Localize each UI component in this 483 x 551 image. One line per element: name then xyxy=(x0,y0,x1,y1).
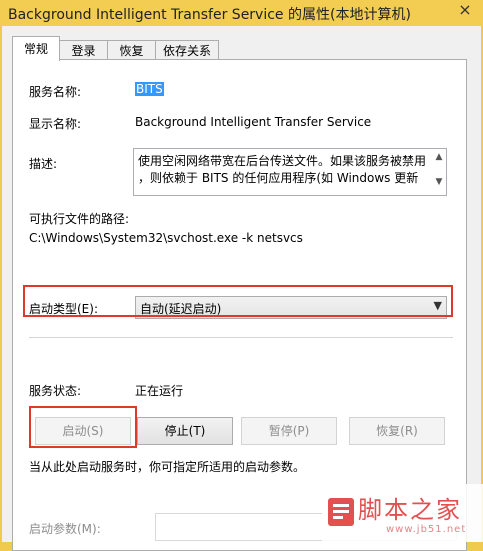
tab-dependencies[interactable]: 依存关系 xyxy=(155,40,219,61)
tab-logon[interactable]: 登录 xyxy=(59,40,108,61)
resume-button[interactable]: 恢复(R) xyxy=(349,417,445,445)
close-icon[interactable]: × xyxy=(453,0,477,20)
description-textbox[interactable]: 使用空闲网络带宽在后台传送文件。如果该服务被禁用 ，则依赖于 BITS 的任何应… xyxy=(133,148,447,196)
display-name-value[interactable]: Background Intelligent Transfer Service xyxy=(135,115,371,129)
service-name-label: 服务名称: xyxy=(29,85,82,99)
title-bar: Background Intelligent Transfer Service … xyxy=(0,0,483,26)
start-params-hint: 当从此处启动服务时，你可指定所适用的启动参数。 xyxy=(29,460,306,474)
watermark-text: 脚本之家 xyxy=(358,496,462,524)
description-label: 描述: xyxy=(29,157,58,171)
watermark: 脚本之家 www.jb51.net xyxy=(322,484,483,542)
start-params-label: 启动参数(M): xyxy=(29,522,101,536)
exe-path-label: 可执行文件的路径: xyxy=(29,212,130,226)
window-title: Background Intelligent Transfer Service … xyxy=(8,7,411,23)
logo-icon xyxy=(328,498,354,526)
highlight-startup-type xyxy=(23,285,453,317)
service-name-selected-text[interactable]: BITS xyxy=(135,82,164,96)
highlight-start-button xyxy=(29,406,137,448)
tab-general[interactable]: 常规 xyxy=(12,36,60,61)
service-name-value[interactable]: BITS xyxy=(135,82,164,96)
scroll-up-icon[interactable]: ▲ xyxy=(434,152,444,162)
description-line: 使用空闲网络带宽在后台传送文件。如果该服务被禁用 xyxy=(138,154,427,168)
watermark-url: www.jb51.net xyxy=(386,524,467,535)
pause-button[interactable]: 暂停(P) xyxy=(241,417,337,445)
separator xyxy=(29,337,453,338)
description-line: ，则依赖于 BITS 的任何应用程序(如 Windows 更新 xyxy=(138,171,419,185)
general-panel: 服务名称: BITS 显示名称: Background Intelligent … xyxy=(12,59,467,551)
tab-recovery[interactable]: 恢复 xyxy=(107,40,156,61)
service-status-label: 服务状态: xyxy=(29,384,82,398)
service-status-value: 正在运行 xyxy=(135,384,184,398)
stop-button[interactable]: 停止(T) xyxy=(137,417,233,445)
display-name-label: 显示名称: xyxy=(29,117,82,131)
properties-dialog: 常规 登录 恢复 依存关系 服务名称: BITS 显示名称: Backgroun… xyxy=(2,26,481,551)
scroll-down-icon[interactable]: ▼ xyxy=(434,177,444,187)
exe-path-value: C:\Windows\System32\svchost.exe -k netsv… xyxy=(29,231,303,245)
